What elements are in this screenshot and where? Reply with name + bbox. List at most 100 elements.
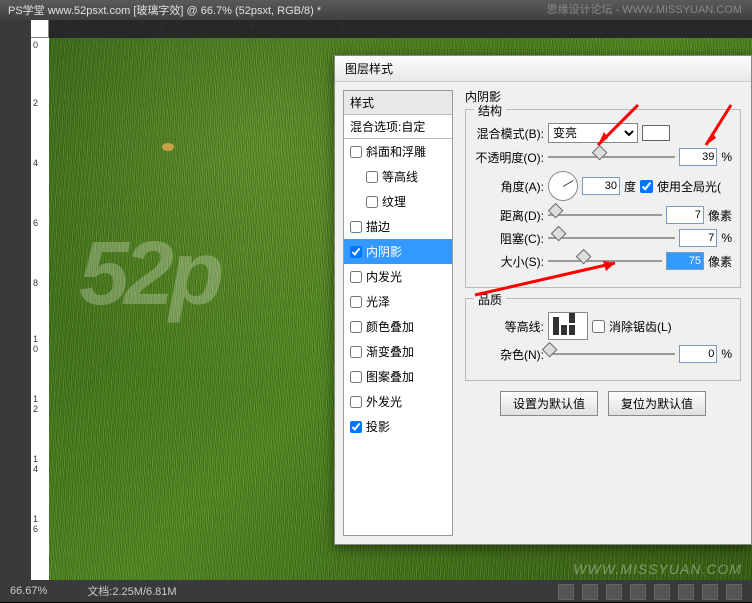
section-title: 内阴影	[465, 88, 741, 105]
set-default-button[interactable]: 设置为默认值	[500, 391, 598, 416]
style-item-内阴影[interactable]: 内阴影	[344, 239, 452, 264]
distance-label: 距离(D):	[474, 207, 544, 224]
styles-header[interactable]: 样式	[344, 91, 452, 115]
global-light-checkbox[interactable]	[640, 180, 653, 193]
global-light-label: 使用全局光(	[657, 178, 721, 195]
watermark-bottom: WWW.MISSYUAN.COM	[573, 561, 742, 577]
style-label: 渐变叠加	[366, 343, 414, 360]
style-item-内发光[interactable]: 内发光	[344, 264, 452, 289]
choke-input[interactable]	[679, 229, 717, 247]
blend-mode-label: 混合模式(B):	[474, 125, 544, 142]
style-item-等高线[interactable]: 等高线	[344, 164, 452, 189]
opacity-slider[interactable]	[548, 148, 675, 166]
unit: %	[721, 231, 732, 245]
style-item-光泽[interactable]: 光泽	[344, 289, 452, 314]
noise-input[interactable]	[679, 345, 717, 363]
antialias-label: 消除锯齿(L)	[609, 318, 672, 335]
unit: 像素	[708, 253, 732, 270]
statusbar-icon[interactable]	[726, 584, 742, 600]
antialias-checkbox[interactable]	[592, 320, 605, 333]
style-label: 内发光	[366, 268, 402, 285]
style-label: 投影	[366, 418, 390, 435]
style-item-图案叠加[interactable]: 图案叠加	[344, 364, 452, 389]
leaf-decoration	[162, 143, 174, 151]
style-checkbox[interactable]	[350, 296, 362, 308]
statusbar-icons	[558, 584, 742, 600]
style-label: 外发光	[366, 393, 402, 410]
reset-default-button[interactable]: 复位为默认值	[608, 391, 706, 416]
style-item-投影[interactable]: 投影	[344, 414, 452, 439]
distance-slider[interactable]	[548, 206, 662, 224]
size-slider[interactable]	[548, 252, 662, 270]
noise-label: 杂色(N):	[474, 346, 544, 363]
title-text: PS学堂 www.52psxt.com [玻璃字效] @ 66.7% (52ps…	[8, 2, 321, 18]
style-checkbox[interactable]	[350, 421, 362, 433]
style-label: 图案叠加	[366, 368, 414, 385]
style-item-描边[interactable]: 描边	[344, 214, 452, 239]
style-item-纹理[interactable]: 纹理	[344, 189, 452, 214]
doc-size: 文档:2.25M/6.81M	[87, 583, 176, 599]
unit: 度	[624, 178, 636, 195]
fieldset-title: 结构	[474, 102, 506, 119]
tool-palette[interactable]	[0, 20, 31, 580]
style-label: 描边	[366, 218, 390, 235]
style-checkbox[interactable]	[350, 146, 362, 158]
choke-slider[interactable]	[548, 229, 675, 247]
statusbar-icon[interactable]	[558, 584, 574, 600]
contour-picker[interactable]	[548, 312, 588, 340]
style-checkbox[interactable]	[350, 221, 362, 233]
style-label: 光泽	[366, 293, 390, 310]
style-checkbox[interactable]	[366, 171, 378, 183]
fieldset-title: 品质	[474, 291, 506, 308]
ruler-vertical[interactable]: 0 2 4 6 8 1 0 1 2 1 4 1 6	[31, 38, 49, 580]
blend-mode-select[interactable]: 变亮	[548, 123, 638, 143]
style-item-颜色叠加[interactable]: 颜色叠加	[344, 314, 452, 339]
style-item-斜面和浮雕[interactable]: 斜面和浮雕	[344, 139, 452, 164]
distance-input[interactable]	[666, 206, 704, 224]
style-checkbox[interactable]	[366, 196, 378, 208]
style-label: 等高线	[382, 168, 418, 185]
style-checkbox[interactable]	[350, 271, 362, 283]
style-checkbox[interactable]	[350, 396, 362, 408]
style-item-外发光[interactable]: 外发光	[344, 389, 452, 414]
statusbar-icon[interactable]	[678, 584, 694, 600]
statusbar-icon[interactable]	[630, 584, 646, 600]
unit: %	[721, 347, 732, 361]
zoom-level[interactable]: 66.67%	[10, 585, 47, 597]
settings-panel: 内阴影 结构 混合模式(B): 变亮 不透明度(O): % 角度(A):	[453, 82, 751, 544]
watermark-top: 思缘设计论坛 - WWW.MISSYUAN.COM	[546, 1, 742, 17]
ruler-corner	[31, 20, 49, 38]
style-item-渐变叠加[interactable]: 渐变叠加	[344, 339, 452, 364]
style-checkbox[interactable]	[350, 321, 362, 333]
contour-label: 等高线:	[474, 318, 544, 335]
choke-label: 阻塞(C):	[474, 230, 544, 247]
structure-fieldset: 结构 混合模式(B): 变亮 不透明度(O): % 角度(A): 度	[465, 109, 741, 288]
angle-input[interactable]	[582, 177, 620, 195]
style-checkbox[interactable]	[350, 246, 362, 258]
dialog-title: 图层样式	[335, 56, 751, 82]
styles-list-panel: 样式 混合选项:自定 斜面和浮雕等高线纹理描边内阴影内发光光泽颜色叠加渐变叠加图…	[343, 90, 453, 536]
style-label: 颜色叠加	[366, 318, 414, 335]
style-label: 内阴影	[366, 243, 402, 260]
angle-label: 角度(A):	[474, 178, 544, 195]
blending-options[interactable]: 混合选项:自定	[344, 115, 452, 139]
style-checkbox[interactable]	[350, 346, 362, 358]
statusbar-icon[interactable]	[654, 584, 670, 600]
style-label: 纹理	[382, 193, 406, 210]
opacity-label: 不透明度(O):	[474, 149, 544, 166]
statusbar-icon[interactable]	[582, 584, 598, 600]
opacity-input[interactable]	[679, 148, 717, 166]
size-input[interactable]	[666, 252, 704, 270]
glass-text-layer: 52p	[79, 223, 219, 326]
color-swatch[interactable]	[642, 125, 670, 141]
style-checkbox[interactable]	[350, 371, 362, 383]
statusbar-icon[interactable]	[606, 584, 622, 600]
unit: %	[721, 150, 732, 164]
style-label: 斜面和浮雕	[366, 143, 426, 160]
unit: 像素	[708, 207, 732, 224]
quality-fieldset: 品质 等高线: 消除锯齿(L) 杂色(N): %	[465, 298, 741, 381]
angle-dial[interactable]	[548, 171, 578, 201]
noise-slider[interactable]	[548, 345, 675, 363]
layer-style-dialog: 图层样式 样式 混合选项:自定 斜面和浮雕等高线纹理描边内阴影内发光光泽颜色叠加…	[334, 55, 752, 545]
statusbar-icon[interactable]	[702, 584, 718, 600]
